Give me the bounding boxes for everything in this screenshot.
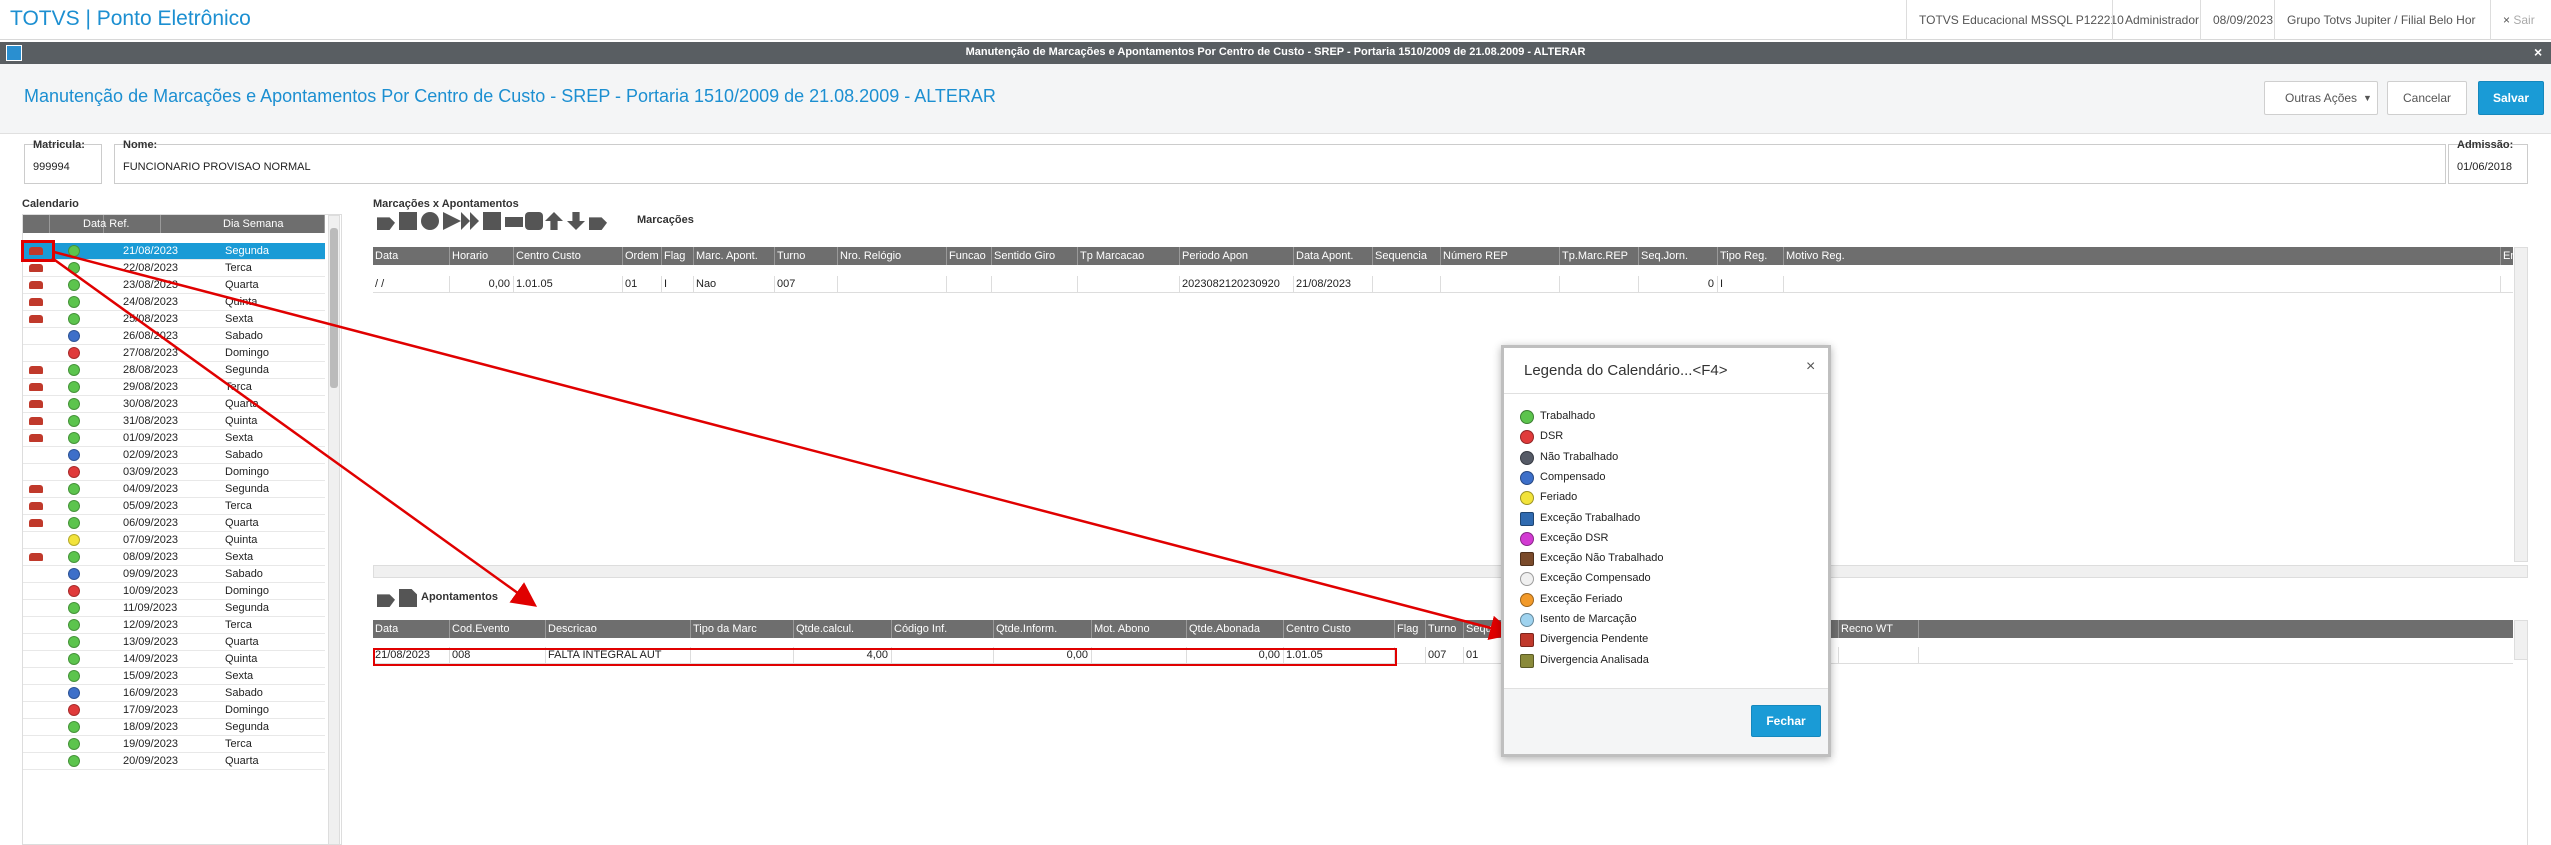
legend-label: Compensado [1540,470,1606,483]
annotation-arrow-to-apontamento [51,256,538,607]
legend-label: Feriado [1540,491,1578,504]
legend-label: DSR [1540,430,1564,443]
legend-label: Exceção Compensado [1540,572,1651,585]
legend-list: Trabalhado DSR Não Trabalhado Compensado Fer… [1504,408,1828,678]
legend-footer: Fechar [1504,688,1828,754]
legend-label: Divergencia Pendente [1540,633,1649,646]
legend-title: Legenda do Calendário...<F4> [1524,362,1728,379]
legend-close-button[interactable]: Fechar [1751,705,1821,737]
legend-color-icon [1520,531,1534,546]
legend-label: Exceção Trabalhado [1540,511,1641,524]
legend-label: Exceção Não Trabalhado [1540,552,1664,565]
legend-dialog: Legenda do Calendário...<F4> × Trabalhad… [1501,345,1831,757]
legend-color-icon [1520,572,1534,587]
legend-close-icon[interactable]: × [1806,358,1815,376]
legend-color-icon [1520,470,1534,485]
legend-label: Não Trabalhado [1540,450,1619,463]
legend-label: Isento de Marcação [1540,613,1637,625]
legend-color-icon [1520,552,1534,567]
legend-color-icon [1520,430,1534,445]
legend-label: Exceção Feriado [1540,592,1623,605]
legend-label: Exceção DSR [1540,531,1609,544]
legend-color-icon [1520,491,1534,506]
annotation-arrow-to-legend [53,250,1515,641]
legend-color-icon [1520,633,1534,648]
legend-color-icon [1520,653,1534,668]
legend-label: Trabalhado [1540,410,1596,422]
annotation-arrows [51,250,1515,641]
legend-color-icon [1520,450,1534,465]
legend-color-icon [1520,613,1534,627]
legend-label: Divergencia Analisada [1540,653,1649,666]
legend-color-icon [1520,592,1534,607]
legend-color-icon [1520,410,1534,424]
legend-color-icon [1520,511,1534,526]
legend-divider [1504,393,1828,394]
